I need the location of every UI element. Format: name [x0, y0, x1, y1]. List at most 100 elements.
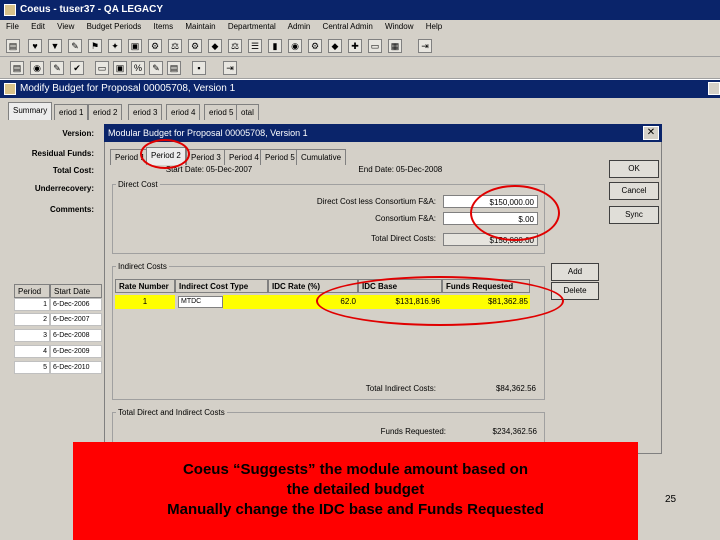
menu-budget-periods[interactable]: Budget Periods: [87, 22, 142, 31]
window-icon: [4, 83, 16, 95]
toolbar-button[interactable]: ▣: [128, 39, 142, 53]
tab-period-3[interactable]: eriod 3: [128, 104, 163, 120]
toolbar-button[interactable]: ⚙: [148, 39, 162, 53]
menu-departmental[interactable]: Departmental: [228, 22, 276, 31]
sync-button[interactable]: Sync: [609, 206, 659, 224]
direct-cost-group-label: Direct Cost: [116, 180, 160, 189]
tab-period-2[interactable]: eriod 2: [88, 104, 123, 120]
period-number-cell[interactable]: 2: [14, 313, 50, 326]
page-number: 25: [665, 494, 677, 505]
toolbar-button[interactable]: ▤: [167, 61, 181, 75]
restore-button[interactable]: [708, 82, 720, 95]
dialog-tab-period-4[interactable]: Period 4: [224, 149, 264, 165]
toolbar-main: ▤ ♥ ▼ ✎ ⚑ ✦ ▣ ⚙ ⚖ ⚙ ◆ ⚖ ☰ ▮ ◉ ⚙ ◆ ✚ ▭ ▦ …: [0, 35, 720, 57]
period-number-cell[interactable]: 3: [14, 329, 50, 342]
save-icon[interactable]: ▪: [192, 61, 206, 75]
toolbar-button[interactable]: ◆: [208, 39, 222, 53]
menu-edit[interactable]: Edit: [31, 22, 45, 31]
toolbar-button[interactable]: %: [131, 61, 145, 75]
ok-button[interactable]: OK: [609, 160, 659, 178]
menu-view[interactable]: View: [57, 22, 74, 31]
app-icon: [4, 4, 16, 16]
toolbar-button[interactable]: ✎: [50, 61, 64, 75]
total-indirect-costs-value: $84,362.56: [495, 384, 536, 393]
period-number-cell[interactable]: 5: [14, 361, 50, 374]
tab-period-5[interactable]: eriod 5: [204, 104, 239, 120]
menu-maintain[interactable]: Maintain: [185, 22, 215, 31]
indirect-type-filler: [223, 295, 268, 309]
toolbar-button[interactable]: ✎: [68, 39, 82, 53]
toolbar-button[interactable]: ▣: [113, 61, 127, 75]
end-date-label: End Date:: [358, 165, 394, 174]
toolbar-button[interactable]: ▭: [368, 39, 382, 53]
toolbar-button[interactable]: ◉: [30, 61, 44, 75]
period-number-cell[interactable]: 1: [14, 298, 50, 311]
app-title: Coeus - tuser37 - QA LEGACY: [20, 4, 163, 15]
callout-box: Coeus “Suggests” the module amount based…: [73, 442, 638, 540]
toolbar-button[interactable]: ⚖: [168, 39, 182, 53]
callout-line-2: the detailed budget: [286, 481, 425, 498]
period-number-cell[interactable]: 4: [14, 345, 50, 358]
indirect-cost-type-select[interactable]: MTDC: [178, 296, 223, 308]
toolbar-button[interactable]: ⚑: [88, 39, 102, 53]
period-start-date-cell[interactable]: 6-Dec-2010: [50, 361, 102, 374]
tab-total[interactable]: otal: [236, 104, 259, 120]
toolbar-button[interactable]: ◉: [288, 39, 302, 53]
menu-admin[interactable]: Admin: [288, 22, 311, 31]
toolbar-secondary: ▤ ◉ ✎ ✔ ▭ ▣ % ✎ ▤ ▪ ⇥: [0, 57, 720, 79]
grid-header-period[interactable]: Period: [14, 284, 50, 298]
toolbar-button[interactable]: ☰: [248, 39, 262, 53]
dialog-title: Modular Budget for Proposal 00005708, Ve…: [108, 128, 308, 138]
menu-file[interactable]: File: [6, 22, 19, 31]
callout-line-1: Coeus “Suggests” the module amount based…: [182, 461, 529, 478]
end-date-value: 05-Dec-2008: [396, 165, 443, 174]
toolbar-button[interactable]: ⚙: [308, 39, 322, 53]
menu-bar: File Edit View Budget Periods Items Main…: [0, 20, 720, 35]
menu-items[interactable]: Items: [154, 22, 174, 31]
tab-period-4[interactable]: eriod 4: [166, 104, 201, 120]
toolbar-button[interactable]: ▦: [388, 39, 402, 53]
toolbar-button[interactable]: ◆: [328, 39, 342, 53]
menu-help[interactable]: Help: [426, 22, 442, 31]
toolbar-button[interactable]: ✦: [108, 39, 122, 53]
col-header-rate-number[interactable]: Rate Number: [115, 279, 175, 293]
menu-window[interactable]: Window: [385, 22, 413, 31]
toolbar-button[interactable]: ▭: [95, 61, 109, 75]
annotation-ring-period-tab: [140, 139, 190, 169]
period-start-date-cell[interactable]: 6-Dec-2007: [50, 313, 102, 326]
underrecovery-label: Underrecovery:: [34, 184, 94, 193]
toolbar-button[interactable]: ▤: [6, 39, 20, 53]
toolbar-button[interactable]: ⚙: [188, 39, 202, 53]
budget-window-title: Modify Budget for Proposal 00005708, Ver…: [20, 83, 236, 94]
dialog-tab-cumulative[interactable]: Cumulative: [296, 149, 347, 165]
toolbar-button[interactable]: ▮: [268, 39, 282, 53]
direct-less-consortium-label: Direct Cost less Consortium F&A:: [316, 197, 436, 206]
dialog-tab-period-3[interactable]: Period 3: [186, 149, 226, 165]
app-title-bar: Coeus - tuser37 - QA LEGACY: [0, 0, 720, 20]
callout-line-3: Manually change the IDC base and Funds R…: [167, 501, 544, 518]
toolbar-button[interactable]: ⇥: [223, 61, 237, 75]
toolbar-button[interactable]: ⇥: [418, 39, 432, 53]
dialog-tab-period-5[interactable]: Period 5: [260, 149, 300, 165]
cancel-button[interactable]: Cancel: [609, 182, 659, 200]
toolbar-button[interactable]: ⚖: [228, 39, 242, 53]
toolbar-button[interactable]: ♥: [28, 39, 42, 53]
toolbar-button[interactable]: ▼: [48, 39, 62, 53]
menu-central-admin[interactable]: Central Admin: [323, 22, 373, 31]
tab-period-1[interactable]: eriod 1: [54, 104, 89, 120]
col-header-indirect-cost-type[interactable]: Indirect Cost Type: [175, 279, 268, 293]
add-button[interactable]: Add: [551, 263, 599, 281]
close-icon[interactable]: ✕: [643, 126, 659, 140]
consortium-fa-label: Consortium F&A:: [375, 214, 436, 223]
toolbar-button[interactable]: ▤: [10, 61, 24, 75]
rate-number-cell[interactable]: 1: [115, 295, 175, 309]
annotation-ring-idc-row: [316, 276, 564, 326]
grid-header-start-date[interactable]: Start Date: [50, 284, 102, 298]
period-start-date-cell[interactable]: 6-Dec-2008: [50, 329, 102, 342]
tab-summary[interactable]: Summary: [8, 102, 53, 120]
toolbar-button[interactable]: ✚: [348, 39, 362, 53]
period-start-date-cell[interactable]: 6-Dec-2009: [50, 345, 102, 358]
period-start-date-cell[interactable]: 6-Dec-2006: [50, 298, 102, 311]
toolbar-button[interactable]: ✔: [70, 61, 84, 75]
toolbar-button[interactable]: ✎: [149, 61, 163, 75]
